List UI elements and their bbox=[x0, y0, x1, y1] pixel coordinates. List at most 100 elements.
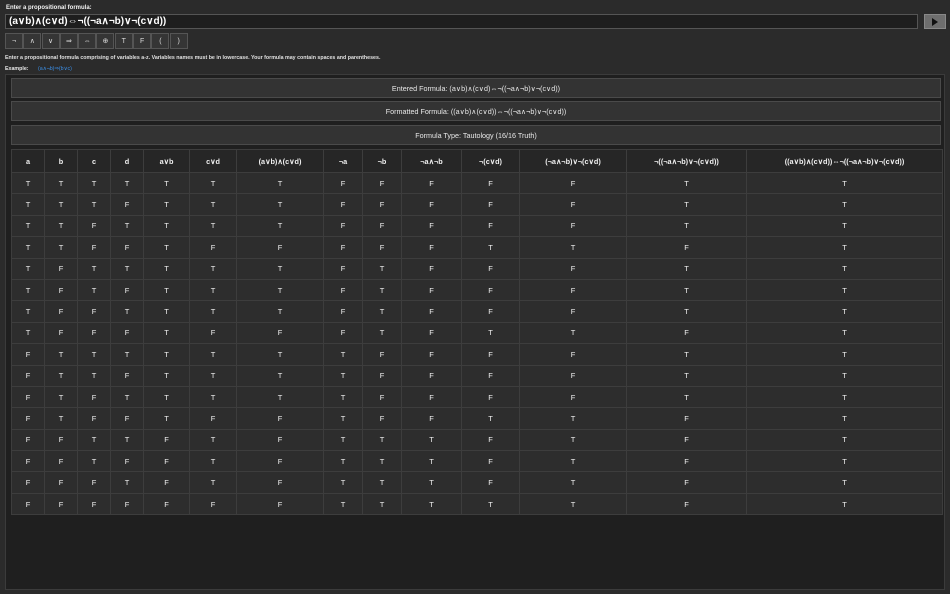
table-cell: T bbox=[362, 450, 402, 473]
table-cell: F bbox=[401, 257, 462, 280]
table-cell: F bbox=[401, 321, 462, 345]
table-cell: F bbox=[461, 257, 520, 280]
symbol-button-iff[interactable]: ⇔ bbox=[78, 33, 97, 49]
table-cell: F bbox=[519, 300, 627, 323]
table-cell: T bbox=[189, 364, 237, 387]
table-cell: F bbox=[461, 450, 520, 473]
table-cell: F bbox=[236, 407, 324, 430]
table-cell: T bbox=[77, 171, 111, 195]
table-cell: T bbox=[77, 257, 111, 280]
table-cell: F bbox=[519, 364, 627, 387]
table-cell: T bbox=[110, 214, 144, 238]
table-cell: F bbox=[461, 471, 520, 494]
table-cell: F bbox=[189, 492, 237, 516]
table-cell: T bbox=[323, 407, 363, 430]
symbol-button-open-paren[interactable]: ( bbox=[151, 33, 170, 49]
table-cell: F bbox=[401, 364, 462, 387]
results-panel: Entered Formula: (a∨b)∧(c∨d)⇔¬((¬a∧¬b)∨¬… bbox=[5, 74, 945, 590]
table-cell: F bbox=[77, 214, 111, 238]
table-cell: T bbox=[626, 193, 747, 216]
table-cell: F bbox=[519, 171, 627, 195]
symbol-button-true[interactable]: T bbox=[114, 33, 133, 49]
table-cell: F bbox=[11, 407, 45, 430]
table-cell: F bbox=[362, 385, 402, 409]
symbol-button-or[interactable]: ∨ bbox=[41, 33, 60, 49]
symbol-button-and[interactable]: ∧ bbox=[23, 33, 42, 49]
table-cell: T bbox=[323, 364, 363, 387]
formula-type-box: Formula Type: Tautology (16/16 Truth) bbox=[11, 125, 941, 145]
table-cell: F bbox=[189, 236, 237, 259]
table-row: TTFFTFFFFFTTFT bbox=[11, 236, 943, 259]
symbol-button-false[interactable]: F bbox=[133, 33, 152, 49]
table-cell: F bbox=[110, 321, 144, 345]
table-cell: F bbox=[44, 257, 78, 280]
table-cell: T bbox=[77, 364, 111, 387]
symbol-button-xor[interactable]: ⊕ bbox=[96, 33, 115, 49]
example-row: Example: (a∧¬b)⇒(b∨c) bbox=[5, 66, 72, 72]
table-cell: T bbox=[519, 450, 627, 473]
table-cell: F bbox=[110, 193, 144, 216]
table-cell: T bbox=[110, 428, 144, 452]
table-row: TFFFTFFFTFTTFT bbox=[11, 321, 943, 345]
table-cell: F bbox=[362, 343, 402, 366]
truth-table-body: TTTTTTTFFFFFTTTTTFTTTFFFFFTTTTFTTTTFFFFF… bbox=[11, 171, 943, 516]
table-cell: T bbox=[77, 428, 111, 452]
table-cell: F bbox=[236, 471, 324, 494]
table-cell: F bbox=[519, 278, 627, 302]
column-header: ((a∨b)∧(c∨d))⇔¬((¬a∧¬b)∨¬(c∨d)) bbox=[746, 149, 943, 173]
symbol-button-not[interactable]: ¬ bbox=[5, 33, 23, 49]
table-row: FFFFFFFTTTTTFT bbox=[11, 492, 943, 516]
table-cell: F bbox=[461, 278, 520, 302]
symbol-button-close-paren[interactable]: ) bbox=[169, 33, 188, 49]
table-cell: F bbox=[461, 364, 520, 387]
table-cell: F bbox=[362, 171, 402, 195]
table-cell: F bbox=[461, 171, 520, 195]
table-cell: F bbox=[110, 278, 144, 302]
table-cell: F bbox=[362, 236, 402, 259]
table-cell: F bbox=[401, 193, 462, 216]
table-cell: F bbox=[44, 321, 78, 345]
table-cell: T bbox=[44, 171, 78, 195]
table-cell: F bbox=[44, 300, 78, 323]
table-cell: T bbox=[11, 214, 45, 238]
formula-input[interactable]: (a∨b)∧(c∨d)⇔¬((¬a∧¬b)∨¬(c∨d)) bbox=[5, 14, 918, 29]
table-cell: F bbox=[626, 236, 747, 259]
table-cell: F bbox=[362, 214, 402, 238]
column-header: ¬b bbox=[362, 149, 402, 173]
table-cell: T bbox=[143, 385, 190, 409]
example-link[interactable]: (a∧¬b)⇒(b∨c) bbox=[38, 66, 72, 72]
table-cell: F bbox=[401, 214, 462, 238]
table-cell: F bbox=[236, 321, 324, 345]
table-cell: F bbox=[143, 450, 190, 473]
column-header: a bbox=[11, 149, 45, 173]
table-cell: F bbox=[143, 471, 190, 494]
table-cell: T bbox=[189, 278, 237, 302]
table-cell: T bbox=[746, 492, 943, 516]
table-cell: F bbox=[44, 278, 78, 302]
table-cell: F bbox=[236, 428, 324, 452]
table-cell: F bbox=[77, 300, 111, 323]
table-cell: T bbox=[626, 385, 747, 409]
table-cell: T bbox=[143, 321, 190, 345]
table-cell: T bbox=[461, 492, 520, 516]
table-cell: F bbox=[11, 364, 45, 387]
table-cell: T bbox=[746, 171, 943, 195]
table-cell: T bbox=[189, 300, 237, 323]
table-cell: T bbox=[519, 471, 627, 494]
table-cell: T bbox=[77, 193, 111, 216]
table-cell: T bbox=[362, 278, 402, 302]
column-header: ¬((¬a∧¬b)∨¬(c∨d)) bbox=[626, 149, 747, 173]
table-cell: T bbox=[401, 471, 462, 494]
table-cell: T bbox=[189, 257, 237, 280]
truth-table: a b c d a∨b c∨d (a∨b)∧(c∨d) ¬a ¬b ¬a∧¬b ¬(c∨d) (¬a∧… bbox=[11, 149, 943, 516]
formatted-formula-box: Formatted Formula: ((a∨b)∧(c∨d))⇔¬((¬a∧¬… bbox=[11, 101, 941, 121]
table-cell: F bbox=[461, 343, 520, 366]
table-cell: T bbox=[110, 257, 144, 280]
table-cell: F bbox=[323, 321, 363, 345]
table-cell: F bbox=[362, 364, 402, 387]
example-label: Example: bbox=[5, 66, 29, 72]
table-cell: F bbox=[401, 236, 462, 259]
symbol-button-implies[interactable]: ⇒ bbox=[59, 33, 78, 49]
evaluate-button[interactable] bbox=[924, 14, 946, 29]
table-cell: T bbox=[110, 385, 144, 409]
